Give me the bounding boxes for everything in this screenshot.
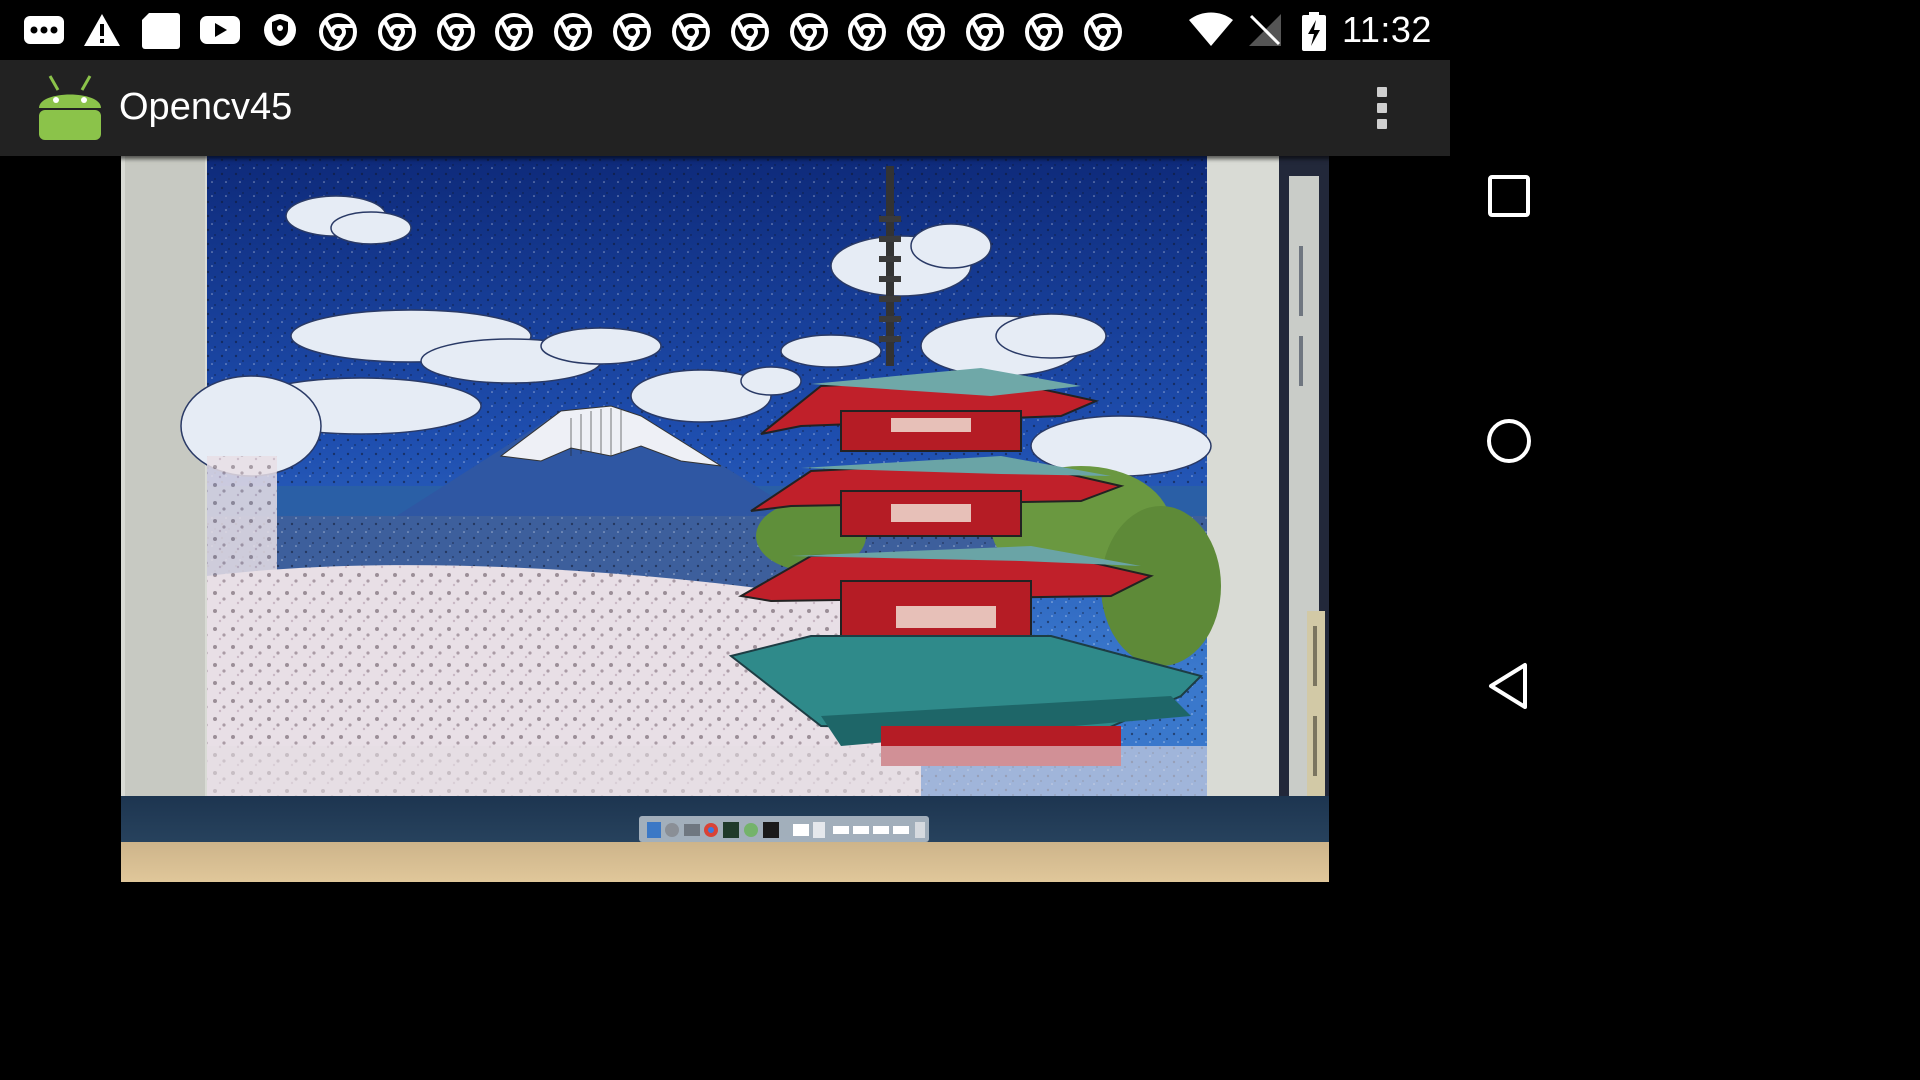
home-button[interactable]	[1483, 415, 1535, 467]
chrome-icon	[494, 12, 534, 51]
youtube-icon	[199, 12, 240, 48]
overflow-menu-icon	[1377, 87, 1387, 97]
wifi-icon	[1188, 12, 1234, 48]
battery-charging-icon	[1300, 12, 1328, 51]
chrome-icon	[553, 12, 593, 51]
chrome-icon	[1083, 12, 1123, 51]
camera-preview-image	[121, 156, 1329, 882]
home-icon	[1487, 419, 1531, 463]
chat-icon	[22, 12, 64, 48]
back-icon	[1489, 663, 1527, 709]
chrome-icon	[436, 12, 476, 51]
no-sim-icon	[1247, 12, 1287, 48]
android-screen: 11:32 Opencv45	[0, 0, 1568, 882]
chrome-icon	[847, 12, 887, 51]
recents-button[interactable]	[1483, 170, 1535, 222]
chrome-icon	[906, 12, 946, 51]
overflow-menu-dot	[1377, 103, 1387, 113]
android-icon	[36, 74, 104, 142]
navigation-bar	[1450, 0, 1568, 882]
chrome-icon	[965, 12, 1005, 51]
app-title: Opencv45	[119, 86, 293, 128]
chrome-icon	[318, 12, 358, 51]
app-bar: Opencv45	[0, 60, 1450, 156]
back-button[interactable]	[1483, 660, 1535, 712]
chrome-icon	[671, 12, 711, 51]
overflow-menu-button[interactable]	[1360, 78, 1404, 138]
camera-preview[interactable]	[121, 156, 1329, 882]
chrome-icon	[377, 12, 417, 51]
recents-icon	[1488, 175, 1530, 217]
status-bar: 11:32	[0, 0, 1450, 60]
chrome-icon	[1024, 12, 1064, 51]
chrome-icon	[730, 12, 770, 51]
shield-icon	[262, 12, 302, 48]
chrome-icon	[612, 12, 652, 51]
overflow-menu-dot	[1377, 119, 1387, 129]
warning-icon	[82, 12, 122, 48]
chrome-icon	[789, 12, 829, 51]
status-clock: 11:32	[1342, 9, 1432, 50]
sd-card-icon	[141, 12, 181, 49]
